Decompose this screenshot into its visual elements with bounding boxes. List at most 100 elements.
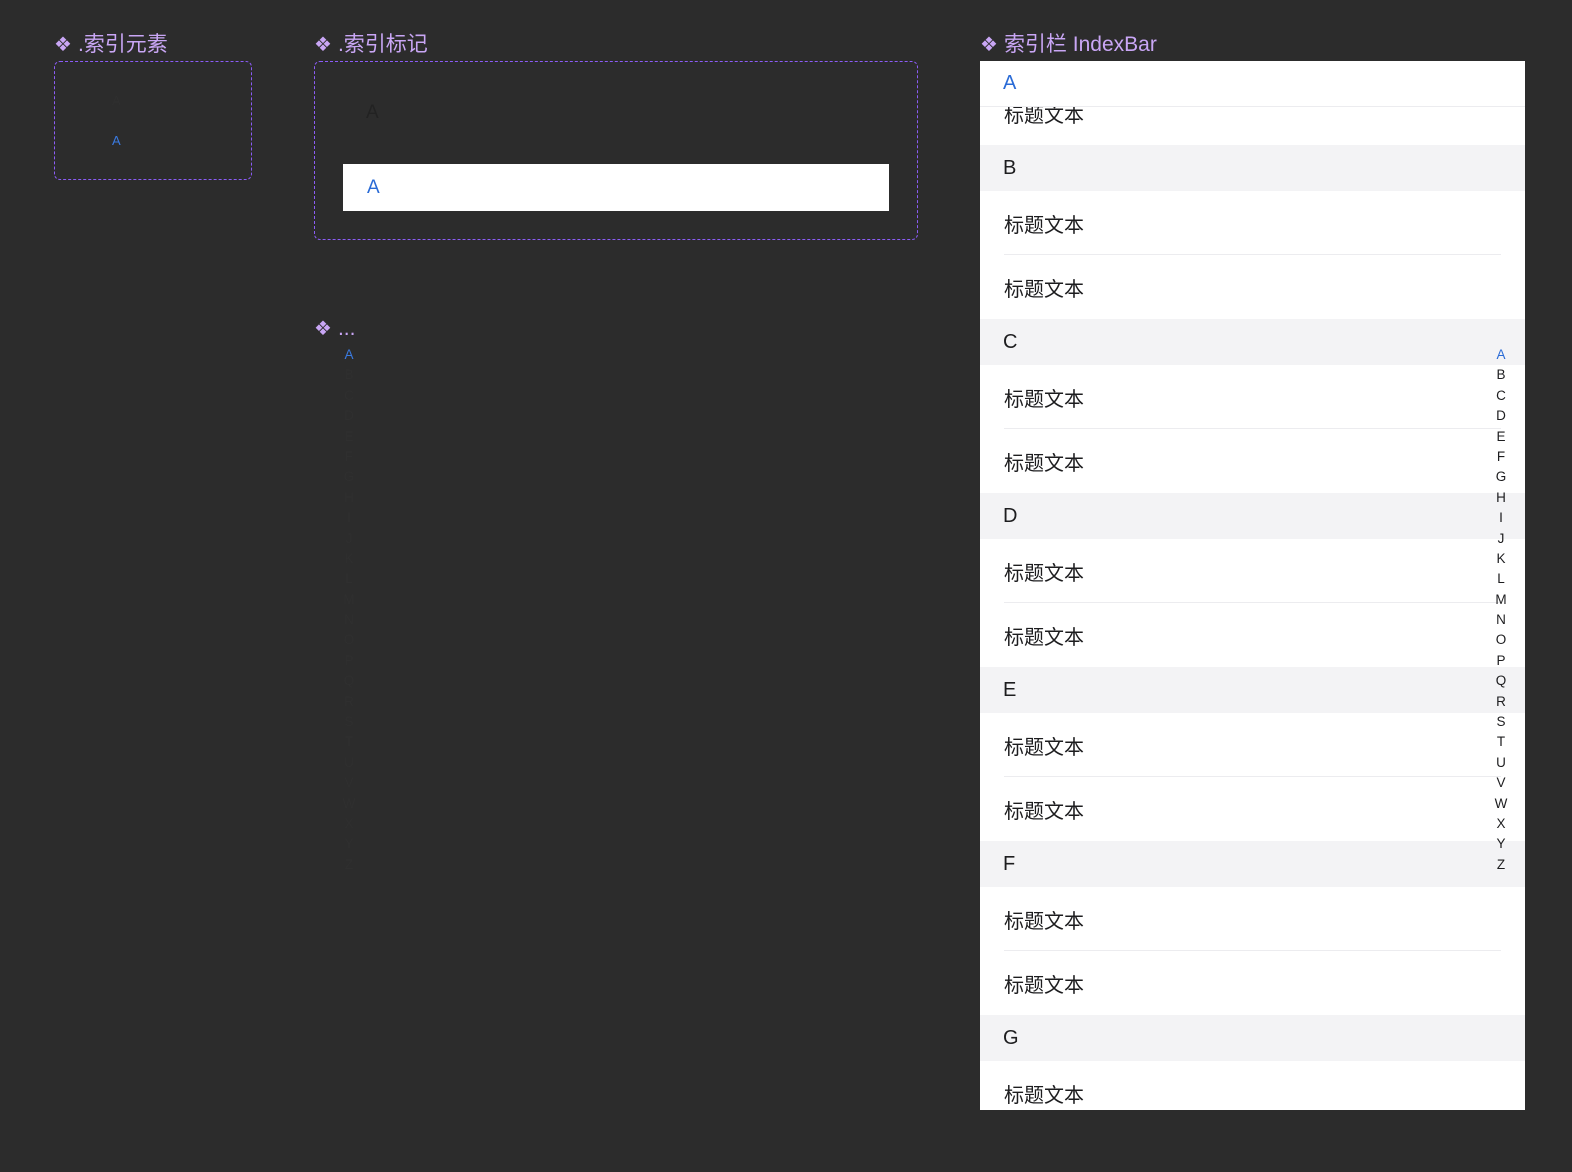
index-column-letter[interactable]: I [347,508,351,528]
index-column-letter[interactable]: B [344,365,353,385]
index-column-letter[interactable]: E [344,427,353,447]
indexbar-side-letter[interactable]: P [1496,651,1505,671]
indexbar-item-title: 标题文本 [1004,388,1084,411]
index-column-letter[interactable]: M [343,590,354,610]
indexbar-group-letter: E [1003,678,1017,701]
indexbar-group-header: E [980,667,1525,713]
indexbar-list-item[interactable]: 标题文本 [980,777,1525,841]
index-column-letter[interactable]: Y [344,834,353,854]
indexbar-list-item[interactable]: 标题文本 [980,429,1525,493]
indexbar-side-letter[interactable]: F [1497,447,1505,467]
indexbar-list-item[interactable]: 标题文本 [980,539,1525,603]
index-column-letter[interactable]: V [344,773,353,793]
index-column-title: ❖ ... [314,316,355,342]
indexbar-side-letter[interactable]: J [1498,529,1505,549]
index-column-letter[interactable]: A [344,345,353,365]
indexbar-title: ❖ 索引栏 IndexBar [980,32,1157,58]
index-element-default[interactable]: A [112,93,121,109]
indexbar-side-letter[interactable]: K [1496,549,1505,569]
index-marker-title: ❖ .索引标记 [314,32,428,58]
indexbar-item-title: 标题文本 [1004,452,1084,475]
index-column-letter[interactable]: W [343,794,356,814]
index-element-frame: A A [54,61,252,180]
indexbar-side-letter[interactable]: B [1496,365,1505,385]
indexbar-side-letter[interactable]: L [1497,569,1505,589]
indexbar-list-item[interactable]: 标题文本 [980,1061,1525,1110]
indexbar-title-text: 索引栏 IndexBar [1003,33,1157,56]
index-column-letter[interactable]: C [344,386,354,406]
indexbar-side-letter[interactable]: C [1496,386,1506,406]
indexbar-side-letter[interactable]: Q [1496,671,1507,691]
index-column-letter[interactable]: T [345,732,353,752]
indexbar-list-item[interactable]: 标题文本 [980,603,1525,667]
index-column-letter[interactable]: L [345,569,353,589]
index-column-letter[interactable]: O [344,630,355,650]
indexbar-group-letter: G [1003,1026,1019,1049]
indexbar-side-letter[interactable]: O [1496,630,1507,650]
indexbar-group-letter: F [1003,852,1016,875]
component-diamond-icon: ❖ [980,34,998,56]
indexbar-side-letter[interactable]: W [1495,794,1508,814]
indexbar-side-letter[interactable]: V [1496,773,1505,793]
index-column-letter[interactable]: K [344,549,353,569]
indexbar-side-letter[interactable]: R [1496,692,1506,712]
indexbar-list-item[interactable]: 标题文本 [980,887,1525,951]
indexbar-side-letter[interactable]: T [1497,732,1505,752]
indexbar-item-title: 标题文本 [1004,910,1084,933]
indexbar-item-title: 标题文本 [1004,800,1084,823]
index-column-letters: ABCDEFGHIJKLMNOPQRSTUVWXYZ [339,345,359,875]
indexbar-side-letter[interactable]: I [1499,508,1503,528]
index-element-active[interactable]: A [112,133,121,149]
index-column-letter[interactable]: Z [345,855,353,875]
indexbar-list-item[interactable]: 标题文本 [980,713,1525,777]
index-column-letter[interactable]: P [344,651,353,671]
indexbar-side-letter[interactable]: X [1496,814,1505,834]
indexbar-item-title: 标题文本 [1004,562,1084,585]
indexbar-side-letter[interactable]: Y [1496,834,1505,854]
indexbar-panel: A 标题文本 B 标题文本 标题文本 C 标题文本 标题文本 D 标题文本 标题文本 E 标题文本 标题… [980,61,1525,1110]
indexbar-side-letter[interactable]: H [1496,488,1506,508]
index-column-letter[interactable]: J [346,529,353,549]
index-marker-title-text: .索引标记 [337,33,428,56]
indexbar-group-header: D [980,493,1525,539]
indexbar-sticky-letter: A [1003,72,1017,94]
index-element-title-text: .索引元素 [77,33,168,56]
index-marker-active[interactable]: A [343,164,889,211]
indexbar-group-letter: C [1003,330,1018,353]
index-column-letter[interactable]: X [344,814,353,834]
component-diamond-icon: ❖ [314,34,332,56]
index-column-letter[interactable]: F [345,447,353,467]
indexbar-item-title: 标题文本 [1004,974,1084,997]
indexbar-group-header: B [980,145,1525,191]
index-column-letter[interactable]: Q [344,671,355,691]
indexbar-side-letter[interactable]: A [1496,345,1505,365]
component-diamond-icon: ❖ [314,318,332,340]
indexbar-list-item[interactable]: 标题文本 [980,365,1525,429]
indexbar-group-letter: B [1003,156,1017,179]
indexbar-list-item[interactable]: 标题文本 [980,255,1525,319]
indexbar-side-letter[interactable]: G [1496,467,1507,487]
indexbar-side-letter[interactable]: D [1496,406,1506,426]
indexbar-item-title: 标题文本 [1004,278,1084,301]
indexbar-side-letter[interactable]: S [1496,712,1505,732]
index-column-letter[interactable]: G [344,467,355,487]
indexbar-side-letter[interactable]: E [1496,427,1505,447]
index-column-letter[interactable]: N [344,610,354,630]
indexbar-list: 标题文本 B 标题文本 标题文本 C 标题文本 标题文本 D 标题文本 标题文本 E 标题文本 标题文本… [980,81,1525,1110]
index-marker-default[interactable]: A [366,102,379,124]
indexbar-side-letter[interactable]: N [1496,610,1506,630]
index-marker-frame: A A [314,61,918,240]
index-column-letter[interactable]: D [344,406,354,426]
indexbar-list-item[interactable]: 标题文本 [980,951,1525,1015]
indexbar-item-title: 标题文本 [1004,626,1084,649]
index-column-letter[interactable]: R [344,692,354,712]
index-column-letter[interactable]: U [344,753,354,773]
indexbar-side-letter[interactable]: U [1496,753,1506,773]
indexbar-side-letter[interactable]: Z [1497,855,1505,875]
indexbar-item-title: 标题文本 [1004,736,1084,759]
index-column-letter[interactable]: H [344,488,354,508]
indexbar-group-letter: D [1003,504,1018,527]
index-column-letter[interactable]: S [344,712,353,732]
indexbar-side-letter[interactable]: M [1495,590,1506,610]
indexbar-list-item[interactable]: 标题文本 [980,191,1525,255]
